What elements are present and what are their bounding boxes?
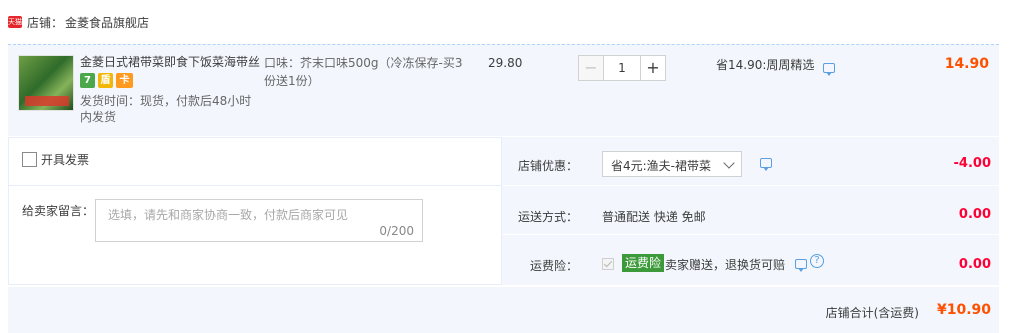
shop-label: 店铺：	[27, 15, 64, 30]
product-thumbnail[interactable]	[18, 55, 74, 111]
promo-message-icon[interactable]	[823, 63, 835, 76]
tmall-icon: 天猫	[8, 16, 22, 28]
quantity-stepper: − 1 +	[578, 55, 666, 81]
seller-message-textarea[interactable]: 选填，请先和商家协商一致，付款后商家可见 0/200	[95, 199, 423, 242]
seven-day-return-icon[interactable]: 7	[80, 73, 95, 88]
increase-quantity-button[interactable]: +	[640, 55, 666, 81]
item-promo: 省14.90:周周精选	[716, 58, 815, 72]
shipping-row: 运送方式： 普通配送 快递 免邮 0.00	[502, 186, 999, 235]
insurance-badge: 运费险	[622, 254, 665, 272]
insurance-message-icon[interactable]	[795, 259, 807, 272]
decrease-quantity-button[interactable]: −	[578, 55, 604, 81]
insurance-text: 卖家赠送，退换货可赔	[665, 258, 786, 272]
shop-total-bar: 店铺合计(含运费) ¥10.90	[8, 286, 999, 333]
quantity-input[interactable]: 1	[604, 55, 640, 81]
coupon-select[interactable]: 省4元:渔夫-裙带菜	[602, 151, 742, 177]
shop-name-link[interactable]: 金菱食品旗舰店	[65, 14, 149, 31]
coupon-message-icon[interactable]	[760, 158, 772, 171]
seller-message-label: 给卖家留言：	[22, 204, 95, 218]
help-icon[interactable]: ?	[810, 254, 824, 268]
unit-price: 29.80	[488, 56, 523, 70]
guarantee-shield-icon[interactable]: 盾	[98, 73, 113, 88]
shipping-label: 运送方式：	[517, 210, 578, 224]
item-subtotal: 14.90	[944, 56, 989, 72]
coupon-selected: 省4元:渔夫-裙带菜	[611, 159, 712, 173]
coupon-amount: -4.00	[953, 156, 991, 171]
insurance-amount: 0.00	[958, 257, 991, 272]
credit-card-icon[interactable]: 卡	[116, 73, 133, 88]
service-icons: 7 盾 卡	[80, 73, 133, 88]
shipping-amount: 0.00	[958, 207, 991, 222]
ship-time: 发货时间：现货，付款后48小时内发货	[80, 94, 252, 124]
product-title-link[interactable]: 金菱日式裙带菜即食下饭菜海带丝	[80, 54, 260, 70]
divider	[8, 185, 502, 186]
invoice-label[interactable]: 开具发票	[41, 151, 89, 168]
shipping-method: 普通配送 快递 免邮	[602, 210, 706, 224]
order-options-right: 店铺优惠： 省4元:渔夫-裙带菜 -4.00 运送方式： 普通配送 快递 免邮 …	[502, 137, 999, 285]
seller-message-placeholder: 选填，请先和商家协商一致，付款后商家可见	[108, 208, 349, 222]
invoice-option[interactable]: 开具发票	[22, 151, 89, 168]
chevron-down-icon	[723, 157, 735, 169]
insurance-checkbox	[602, 258, 614, 270]
insurance-row: 运费险： 运费险 卖家赠送，退换货可赔 ? 0.00	[502, 235, 999, 284]
coupon-label: 店铺优惠：	[517, 159, 578, 173]
shop-header: 天猫 店铺： 金菱食品旗舰店	[0, 0, 1009, 44]
order-item: 金菱日式裙带菜即食下饭菜海带丝 7 盾 卡 发货时间：现货，付款后48小时内发货…	[8, 44, 999, 136]
invoice-checkbox[interactable]	[22, 152, 37, 167]
shop-total-label: 店铺合计(含运费)	[825, 306, 919, 320]
shop-total-value: ¥10.90	[936, 302, 991, 318]
sku-info: 口味：芥末口味500g（冷冻保存-买3份送1份）	[264, 56, 463, 88]
coupon-row: 店铺优惠： 省4元:渔夫-裙带菜 -4.00	[502, 137, 999, 186]
insurance-label: 运费险：	[529, 259, 578, 273]
seller-message-count: 0/200	[379, 224, 414, 238]
